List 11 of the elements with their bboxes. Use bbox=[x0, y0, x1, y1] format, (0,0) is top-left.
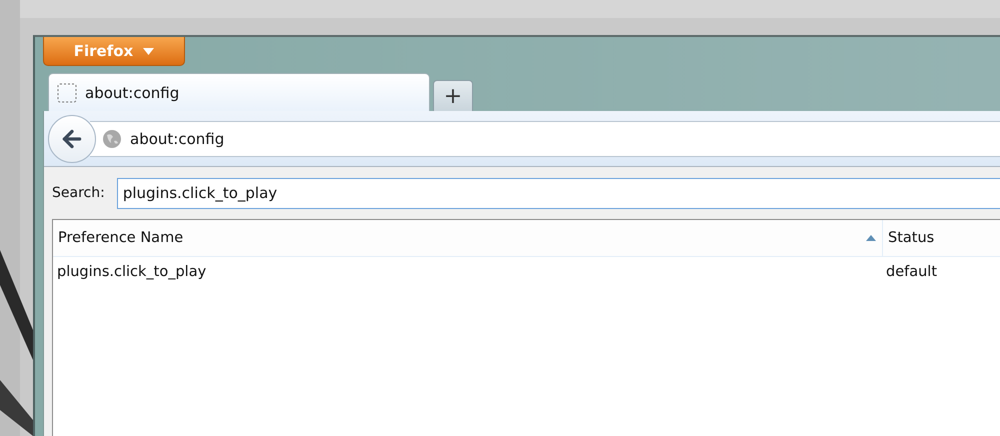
table-cell-text: default bbox=[885, 264, 938, 280]
globe-icon bbox=[102, 128, 122, 148]
back-button[interactable] bbox=[48, 114, 96, 162]
table-cell-text: plugins.click_to_play bbox=[56, 264, 208, 280]
blank-page-icon bbox=[57, 82, 77, 102]
new-tab-button[interactable]: + bbox=[433, 80, 473, 111]
search-label: Search: bbox=[52, 185, 105, 201]
address-bar[interactable]: about:config bbox=[90, 120, 1000, 156]
caret-icon bbox=[143, 48, 154, 54]
search-field[interactable]: plugins.click_to_play bbox=[116, 178, 1000, 208]
browser-tab[interactable]: about:config bbox=[48, 73, 430, 111]
